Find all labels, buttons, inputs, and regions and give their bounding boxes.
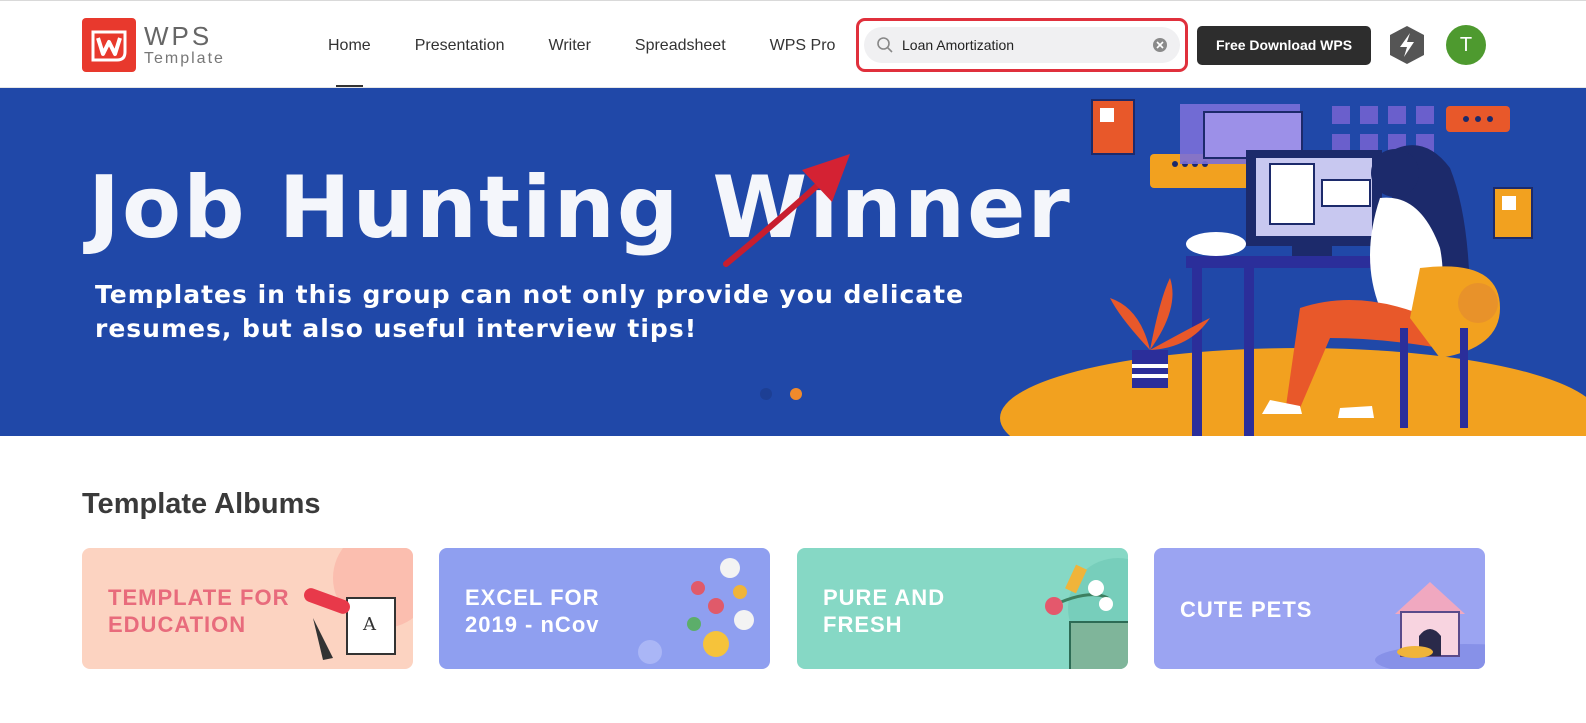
logo-brand: WPS bbox=[144, 21, 213, 51]
svg-text:A: A bbox=[362, 614, 377, 635]
album-card-education[interactable]: A TEMPLATE FOR EDUCATION bbox=[82, 548, 413, 669]
search-bar[interactable] bbox=[864, 27, 1180, 63]
album-card-excel-ncov[interactable]: EXCEL FOR 2019 - nCov bbox=[439, 548, 770, 669]
album-card-cute-pets[interactable]: CUTE PETS bbox=[1154, 548, 1485, 669]
banner-subtitle: Templates in this group can not only pro… bbox=[95, 280, 965, 343]
hero-banner[interactable]: Job Hunting Winner Templates in this gro… bbox=[0, 88, 1586, 436]
search-input[interactable] bbox=[902, 37, 1142, 53]
banner-title: Job Hunting Winner bbox=[88, 158, 1072, 258]
job-hunting-illustration bbox=[1000, 99, 1586, 436]
flower-illustration bbox=[1045, 558, 1128, 669]
album-label: PURE AND FRESH bbox=[823, 585, 946, 637]
user-avatar[interactable]: T bbox=[1446, 25, 1486, 65]
pet-house-illustration bbox=[1375, 582, 1485, 669]
album-card-pure-fresh[interactable]: PURE AND FRESH bbox=[797, 548, 1128, 669]
carousel-dots bbox=[760, 388, 802, 400]
free-download-button[interactable]: Free Download WPS bbox=[1197, 26, 1371, 65]
search-icon bbox=[876, 36, 894, 54]
clear-icon[interactable] bbox=[1152, 37, 1168, 53]
main-nav: Home Presentation Writer Spreadsheet WPS… bbox=[306, 1, 857, 89]
nav-spreadsheet[interactable]: Spreadsheet bbox=[635, 1, 726, 89]
album-label: EXCEL FOR 2019 - nCov bbox=[465, 585, 600, 637]
nav-wps-pro[interactable]: WPS Pro bbox=[770, 1, 836, 89]
bolt-icon[interactable] bbox=[1388, 25, 1426, 65]
nav-presentation[interactable]: Presentation bbox=[415, 1, 505, 89]
album-label: CUTE PETS bbox=[1180, 597, 1313, 622]
carousel-dot-1[interactable] bbox=[760, 388, 772, 400]
template-albums-heading: Template Albums bbox=[82, 488, 321, 520]
red-arrow-annotation bbox=[723, 154, 850, 267]
nav-writer[interactable]: Writer bbox=[549, 1, 591, 89]
virus-illustration bbox=[638, 558, 754, 664]
logo-sub: Template bbox=[144, 50, 225, 67]
wps-logo-icon bbox=[82, 18, 136, 72]
album-label: TEMPLATE FOR EDUCATION bbox=[108, 585, 290, 637]
wps-logo[interactable]: WPS Template bbox=[82, 18, 225, 72]
top-header: WPS Template Home Presentation Writer Sp… bbox=[0, 0, 1586, 88]
nav-home[interactable]: Home bbox=[328, 1, 371, 89]
carousel-dot-2[interactable] bbox=[790, 388, 802, 400]
